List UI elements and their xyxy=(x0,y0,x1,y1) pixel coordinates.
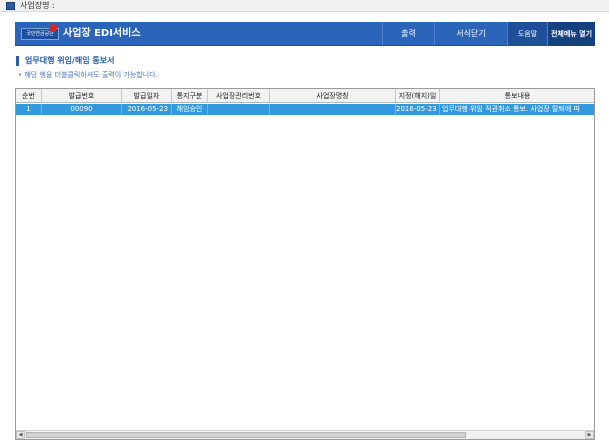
close-form-button[interactable]: 서식닫기 xyxy=(434,22,507,46)
scroll-left-icon[interactable]: ◀ xyxy=(16,431,25,439)
cell-issue-no: 00090 xyxy=(42,104,122,115)
grid-header: 순번 발급번호 발급일자 통지구분 사업장관리번호 사업장명칭 지정(해지)일 … xyxy=(16,89,594,103)
window-title: 사업장명 : xyxy=(20,1,55,10)
cell-seq: 1 xyxy=(16,104,42,115)
logo-mark-icon xyxy=(49,24,57,32)
cell-designation-date: 2016-05-23 xyxy=(396,104,440,115)
column-header-issue-date[interactable]: 발급일자 xyxy=(122,89,172,102)
instruction-note: • 해당 행을 더블클릭하셔도 출력이 가능합니다. xyxy=(18,71,158,79)
table-row[interactable]: 1 00090 2016-05-23 해임승인 2016-05-23 업무대행 … xyxy=(16,104,594,115)
scroll-thumb[interactable] xyxy=(26,432,466,438)
cell-notice-type: 해임승인 xyxy=(172,104,208,115)
service-title: 사업장 EDI서비스 xyxy=(63,28,141,39)
column-header-workplace-mgmt-no[interactable]: 사업장관리번호 xyxy=(208,89,270,102)
horizontal-scrollbar[interactable]: ◀ ▶ xyxy=(16,430,594,439)
scroll-right-icon[interactable]: ▶ xyxy=(585,431,594,439)
column-header-designation-date[interactable]: 지정(해지)일 xyxy=(396,89,440,102)
help-button[interactable]: 도움말 xyxy=(507,22,547,46)
print-button[interactable]: 출력 xyxy=(382,22,434,46)
notice-grid: 순번 발급번호 발급일자 통지구분 사업장관리번호 사업장명칭 지정(해지)일 … xyxy=(15,88,595,440)
open-full-menu-button[interactable]: 전체메뉴 열기 xyxy=(547,22,595,46)
cell-workplace-name xyxy=(270,104,396,115)
window-titlebar: 사업장명 : xyxy=(0,0,609,12)
column-header-notice-content[interactable]: 통보내용 xyxy=(440,89,594,102)
window-app-icon xyxy=(6,2,15,10)
page-title: 업무대행 위임/해임 통보서 xyxy=(16,56,114,66)
service-header: 국민연금공단 사업장 EDI서비스 출력 서식닫기 도움말 전체메뉴 열기 xyxy=(15,22,595,46)
column-header-seq[interactable]: 순번 xyxy=(16,89,42,102)
column-header-workplace-name[interactable]: 사업장명칭 xyxy=(270,89,396,102)
cell-workplace-mgmt-no xyxy=(208,104,270,115)
cell-issue-date: 2016-05-23 xyxy=(122,104,172,115)
cell-notice-content: 업무대행 위임 직권취소 통보. 사업장 탈퇴에 따 xyxy=(440,104,594,115)
column-header-notice-type[interactable]: 통지구분 xyxy=(172,89,208,102)
column-header-issue-no[interactable]: 발급번호 xyxy=(42,89,122,102)
